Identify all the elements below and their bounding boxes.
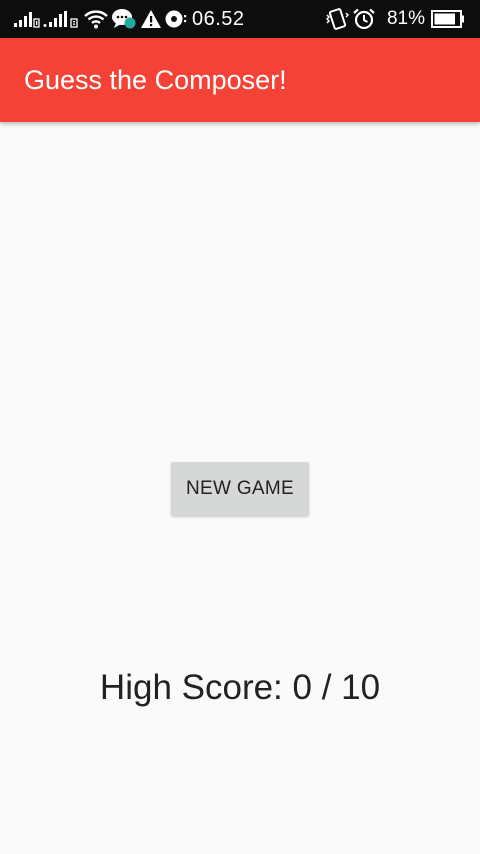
warning-icon	[140, 9, 162, 29]
battery-icon	[431, 10, 465, 28]
app-title: Guess the Composer!	[24, 64, 287, 95]
status-icons-left: 06.52	[14, 0, 245, 38]
battery-percent: 81%	[386, 8, 425, 29]
alarm-icon	[352, 8, 376, 30]
chat-notification-icon	[111, 8, 137, 30]
wifi-icon	[84, 9, 108, 29]
app-bar: Guess the Composer!	[0, 38, 480, 122]
new-game-button[interactable]: NEW GAME	[171, 462, 309, 516]
vibrate-icon	[325, 8, 349, 30]
status-time: 06.52	[192, 7, 245, 30]
media-icon	[165, 9, 187, 29]
status-icons-right: 81%	[325, 0, 468, 38]
high-score-text: High Score: 0 / 10	[99, 668, 381, 707]
signal-sim1-icon	[14, 10, 40, 28]
signal-sim2-icon	[43, 10, 81, 28]
status-bar: 06.52 81%	[0, 0, 480, 38]
